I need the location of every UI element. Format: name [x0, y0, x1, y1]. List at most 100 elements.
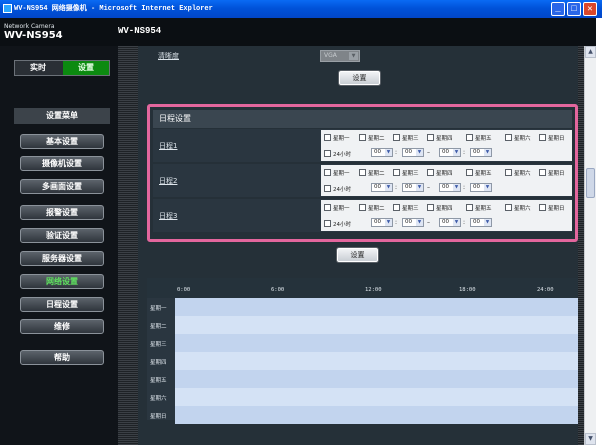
menu-schedule[interactable]: 日程设置 [20, 297, 104, 312]
time-select[interactable]: 00 ▼ [470, 183, 492, 192]
menu-maintenance[interactable]: 维修 [20, 319, 104, 334]
timeline-day: 星期日 [150, 414, 167, 420]
all-day-label: 24小时 [333, 222, 351, 228]
timeline-day: 星期六 [150, 396, 167, 402]
chevron-down-icon: ▼ [453, 219, 460, 226]
menu-server[interactable]: 服务器设置 [20, 251, 104, 266]
day-label: 星期日 [548, 206, 565, 212]
time-select[interactable]: 00 ▼ [402, 218, 424, 227]
menu-auth[interactable]: 验证设置 [20, 228, 104, 243]
day-checkbox[interactable] [539, 169, 546, 176]
time-select[interactable]: 00 ▼ [371, 183, 393, 192]
close-icon[interactable]: ✕ [583, 2, 597, 16]
day-label: 星期六 [514, 171, 531, 177]
day-label: 星期一 [333, 171, 350, 177]
chevron-down-icon: ▼ [349, 52, 358, 60]
day-checkbox[interactable] [393, 134, 400, 141]
day-checkbox[interactable] [324, 204, 331, 211]
scroll-down-icon[interactable]: ▼ [585, 433, 596, 445]
day-label: 星期六 [514, 206, 531, 212]
schedule-label[interactable]: 日程2 [159, 176, 177, 186]
chevron-down-icon: ▼ [484, 149, 491, 156]
day-checkbox[interactable] [505, 204, 512, 211]
timeline-day: 星期一 [150, 306, 167, 312]
day-checkbox[interactable] [505, 169, 512, 176]
scroll-thumb[interactable] [586, 168, 595, 198]
all-day-label: 24小时 [333, 187, 351, 193]
day-label: 星期一 [333, 136, 350, 142]
divider-stripe [118, 46, 138, 445]
timeline-bar [175, 298, 578, 316]
maximize-icon[interactable]: □ [567, 2, 581, 16]
time-select[interactable]: 00 ▼ [402, 183, 424, 192]
time-select[interactable]: 00 ▼ [439, 183, 461, 192]
timeline-row: 星期三 [147, 334, 578, 353]
day-checkbox[interactable] [393, 204, 400, 211]
timeline-tick: 24:00 [537, 287, 554, 293]
day-checkbox[interactable] [359, 169, 366, 176]
time-select[interactable]: 00 ▼ [371, 148, 393, 157]
day-label: 星期五 [475, 136, 492, 142]
live-button[interactable]: 实时 [15, 61, 61, 75]
menu-network[interactable]: 网络设置 [20, 274, 104, 289]
timeline-day: 星期四 [150, 360, 167, 366]
scroll-up-icon[interactable]: ▲ [585, 46, 596, 58]
set-button-bottom[interactable]: 设置 [337, 248, 378, 262]
setup-button[interactable]: 设置 [63, 61, 109, 75]
time-separator: : [395, 149, 398, 156]
schedule-label[interactable]: 日程3 [159, 211, 177, 221]
day-checkbox[interactable] [505, 134, 512, 141]
timeline-day: 星期三 [150, 342, 167, 348]
timeline-row: 星期五 [147, 370, 578, 389]
day-checkbox[interactable] [393, 169, 400, 176]
time-select[interactable]: 00 ▼ [470, 148, 492, 157]
menu-basic[interactable]: 基本设置 [20, 134, 104, 149]
day-label: 星期二 [368, 171, 385, 177]
day-checkbox[interactable] [427, 134, 434, 141]
resolution-select[interactable]: VGA ▼ [320, 50, 360, 62]
model-name: WV-NS954 [4, 30, 63, 41]
day-checkbox[interactable] [466, 134, 473, 141]
day-checkbox[interactable] [324, 169, 331, 176]
all-day-checkbox[interactable] [324, 220, 331, 227]
time-select[interactable]: 00 ▼ [439, 148, 461, 157]
setup-menu-title: 设置菜单 [14, 108, 110, 124]
day-checkbox[interactable] [427, 204, 434, 211]
timeline-day: 星期五 [150, 378, 167, 384]
time-separator: : [463, 219, 466, 226]
chevron-down-icon: ▼ [484, 219, 491, 226]
schedule-label[interactable]: 日程1 [159, 141, 177, 151]
menu-camera[interactable]: 摄像机设置 [20, 156, 104, 171]
timeline-row: 星期日 [147, 406, 578, 425]
all-day-checkbox[interactable] [324, 150, 331, 157]
day-checkbox[interactable] [359, 204, 366, 211]
minimize-icon[interactable]: _ [551, 2, 565, 16]
set-button-top[interactable]: 设置 [339, 71, 380, 85]
day-checkbox[interactable] [539, 134, 546, 141]
day-label: 星期二 [368, 136, 385, 142]
day-label: 星期四 [436, 136, 453, 142]
timeline-row: 星期六 [147, 388, 578, 407]
time-select[interactable]: 00 ▼ [371, 218, 393, 227]
timeline-bar [175, 406, 578, 424]
time-select[interactable]: 00 ▼ [439, 218, 461, 227]
menu-help[interactable]: 帮助 [20, 350, 104, 365]
timeline-bar [175, 370, 578, 388]
time-select[interactable]: 00 ▼ [470, 218, 492, 227]
day-checkbox[interactable] [466, 204, 473, 211]
all-day-checkbox[interactable] [324, 185, 331, 192]
time-select[interactable]: 00 ▼ [402, 148, 424, 157]
day-checkbox[interactable] [427, 169, 434, 176]
menu-multiscreen[interactable]: 多画面设置 [20, 179, 104, 194]
day-label: 星期六 [514, 136, 531, 142]
menu-alarm[interactable]: 报警设置 [20, 205, 104, 220]
day-checkbox[interactable] [324, 134, 331, 141]
day-checkbox[interactable] [359, 134, 366, 141]
day-checkbox[interactable] [466, 169, 473, 176]
day-checkbox[interactable] [539, 204, 546, 211]
chevron-down-icon: ▼ [453, 184, 460, 191]
time-separator: : [463, 184, 466, 191]
day-label: 星期三 [402, 206, 419, 212]
vertical-scrollbar[interactable]: ▲ ▼ [584, 46, 596, 445]
all-day-label: 24小时 [333, 152, 351, 158]
